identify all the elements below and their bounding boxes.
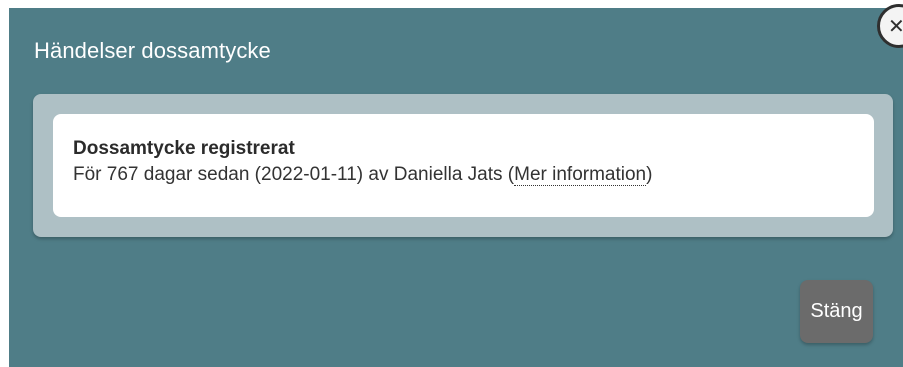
close-icon[interactable]: ✕ xyxy=(877,4,903,48)
dialog-title: Händelser dossamtycke xyxy=(34,38,271,63)
event-detail-text: För 767 dagar sedan (2022-01-11) av Dani… xyxy=(73,164,515,185)
event-title: Dossamtycke registrerat xyxy=(73,138,295,159)
close-button[interactable]: Stäng xyxy=(800,280,873,343)
event-detail-closing: ) xyxy=(646,164,653,185)
more-information-link[interactable]: Mer information xyxy=(514,164,647,186)
event-detail: För 767 dagar sedan (2022-01-11) av Dani… xyxy=(73,164,652,186)
event-card: Dossamtycke registrerat För 767 dagar se… xyxy=(53,114,874,217)
events-panel: Dossamtycke registrerat För 767 dagar se… xyxy=(33,94,893,237)
event-dialog: Händelser dossamtycke Dossamtycke regist… xyxy=(9,4,903,367)
